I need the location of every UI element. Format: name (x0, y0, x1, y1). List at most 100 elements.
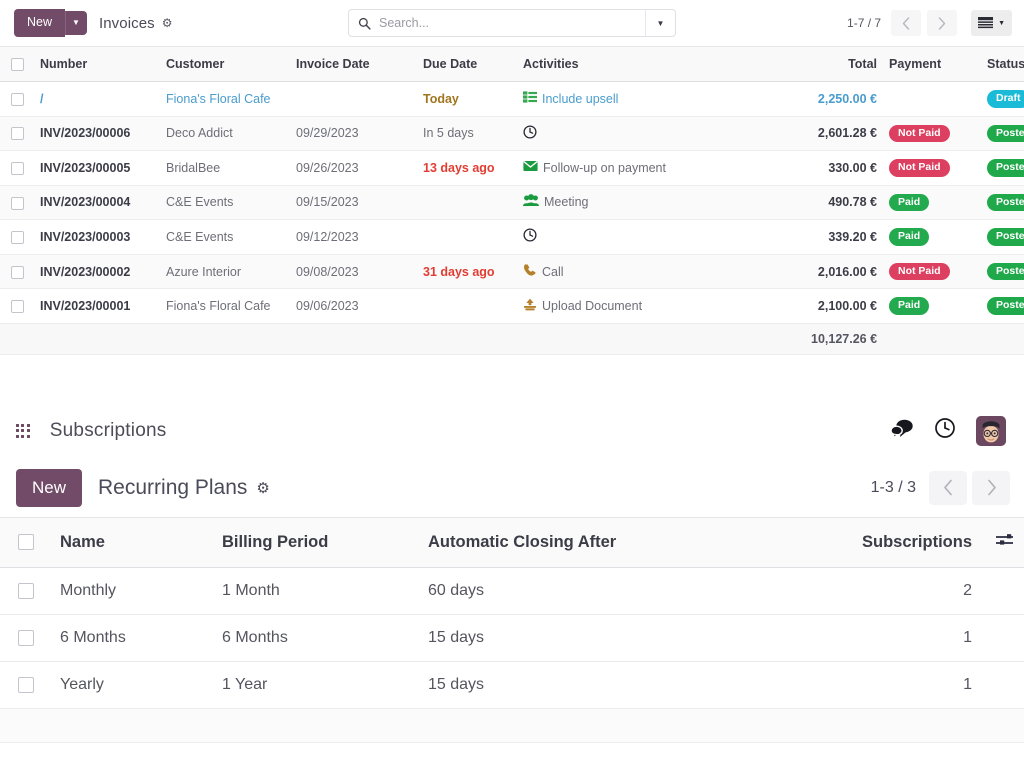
cell-status[interactable]: Posted (981, 288, 1024, 324)
plans-next-page-button[interactable] (972, 470, 1010, 505)
cell-due-date[interactable]: 31 days ago (417, 254, 517, 290)
apps-grid-icon[interactable] (16, 423, 30, 438)
cell-status[interactable]: Posted (981, 116, 1024, 152)
cell-payment[interactable]: Not Paid (883, 116, 981, 152)
cell-plan-name[interactable]: Yearly (52, 661, 214, 709)
cell-number[interactable]: / (34, 81, 160, 117)
view-switcher-button[interactable]: ▼ (971, 10, 1012, 36)
table-row[interactable]: Monthly 1 Month 60 days 2 (0, 567, 1024, 615)
cell-activities[interactable] (517, 219, 805, 255)
app-name-label[interactable]: Subscriptions (50, 420, 167, 442)
cell-subscriptions-count[interactable]: 1 (840, 661, 986, 709)
clock-icon[interactable] (523, 228, 537, 245)
gear-icon[interactable]: ⚙ (256, 479, 269, 497)
column-header-payment[interactable]: Payment (883, 46, 981, 82)
table-row[interactable]: 6 Months 6 Months 15 days 1 (0, 614, 1024, 662)
cell-payment[interactable]: Paid (883, 288, 981, 324)
table-row[interactable]: INV/2023/00004 C&E Events 09/15/2023 Meetin… (0, 185, 1024, 221)
tasks-icon[interactable] (523, 91, 537, 106)
cell-payment[interactable]: Paid (883, 219, 981, 255)
table-row[interactable]: Yearly 1 Year 15 days 1 (0, 661, 1024, 709)
cell-total[interactable]: 330.00 € (805, 150, 883, 186)
cell-due-date[interactable] (417, 185, 517, 221)
cell-number[interactable]: INV/2023/00005 (34, 150, 160, 186)
cell-due-date[interactable] (417, 288, 517, 324)
cell-status[interactable]: Posted (981, 219, 1024, 255)
column-header-billing-period[interactable]: Billing Period (214, 516, 420, 568)
cell-activities[interactable]: Upload Document (517, 288, 805, 324)
cell-payment[interactable]: Not Paid (883, 254, 981, 290)
user-avatar[interactable] (976, 415, 1006, 446)
select-all-checkbox[interactable] (10, 58, 24, 72)
row-checkbox[interactable] (18, 629, 34, 646)
column-header-total[interactable]: Total (805, 46, 883, 82)
row-checkbox[interactable] (10, 300, 24, 314)
new-invoice-dropdown-caret[interactable]: ▼ (65, 10, 87, 36)
cell-billing-period[interactable]: 1 Month (214, 567, 420, 615)
cell-total[interactable]: 2,250.00 € (805, 81, 883, 117)
row-checkbox[interactable] (10, 127, 24, 141)
column-header-status[interactable]: Status (981, 46, 1024, 82)
chat-bubble-icon[interactable] (890, 418, 914, 443)
cell-total[interactable]: 490.78 € (805, 185, 883, 221)
cell-closing-after[interactable]: 15 days (420, 614, 840, 662)
cell-customer[interactable]: Fiona's Floral Cafe (160, 81, 290, 117)
cell-billing-period[interactable]: 1 Year (214, 661, 420, 709)
cell-subscriptions-count[interactable]: 1 (840, 614, 986, 662)
cell-invoice-date[interactable]: 09/12/2023 (290, 219, 417, 255)
cell-due-date[interactable]: 13 days ago (417, 150, 517, 186)
cell-subscriptions-count[interactable]: 2 (840, 567, 986, 615)
gear-icon[interactable]: ⚙ (162, 16, 173, 30)
cell-customer[interactable]: C&E Events (160, 219, 290, 255)
column-header-number[interactable]: Number (34, 46, 160, 82)
row-checkbox[interactable] (10, 196, 24, 210)
column-header-due-date[interactable]: Due Date (417, 46, 517, 82)
search-input[interactable] (379, 10, 645, 36)
row-checkbox[interactable] (10, 92, 24, 106)
cell-invoice-date[interactable]: 09/08/2023 (290, 254, 417, 290)
table-row[interactable]: INV/2023/00005 BridalBee 09/26/2023 13 days… (0, 150, 1024, 186)
row-checkbox[interactable] (10, 231, 24, 245)
cell-status[interactable]: Posted (981, 254, 1024, 290)
invoices-prev-page-button[interactable] (891, 10, 922, 36)
column-header-customer[interactable]: Customer (160, 46, 290, 82)
row-checkbox[interactable] (18, 676, 34, 693)
cell-plan-name[interactable]: 6 Months (52, 614, 214, 662)
cell-total[interactable]: 339.20 € (805, 219, 883, 255)
cell-activities[interactable]: Meeting (517, 185, 805, 221)
row-checkbox[interactable] (18, 582, 34, 599)
select-all-checkbox[interactable] (18, 534, 34, 551)
cell-payment[interactable] (883, 81, 981, 117)
column-header-subscriptions[interactable]: Subscriptions (840, 516, 986, 568)
clock-icon[interactable] (523, 125, 537, 142)
table-row[interactable]: / Fiona's Floral Cafe Today Include upsell 2… (0, 81, 1024, 117)
cell-number[interactable]: INV/2023/00003 (34, 219, 160, 255)
cell-status[interactable]: Posted (981, 150, 1024, 186)
new-plan-button[interactable]: New (16, 469, 83, 507)
cell-closing-after[interactable]: 60 days (420, 567, 840, 615)
row-checkbox[interactable] (10, 265, 24, 279)
search-dropdown-toggle[interactable]: ▼ (645, 10, 675, 36)
table-row[interactable]: INV/2023/00003 C&E Events 09/12/2023 339.20… (0, 219, 1024, 255)
new-invoice-button[interactable]: New (14, 9, 66, 37)
upload-icon[interactable] (523, 298, 537, 314)
cell-customer[interactable]: Fiona's Floral Cafe (160, 288, 290, 324)
cell-due-date[interactable] (417, 219, 517, 255)
cell-number[interactable]: INV/2023/00006 (34, 116, 160, 152)
cell-activities[interactable]: Follow-up on payment (517, 150, 805, 186)
cell-number[interactable]: INV/2023/00002 (34, 254, 160, 290)
cell-customer[interactable]: Azure Interior (160, 254, 290, 290)
users-icon[interactable] (523, 194, 539, 210)
cell-activities[interactable] (517, 116, 805, 152)
phone-icon[interactable] (523, 263, 537, 280)
cell-plan-name[interactable]: Monthly (52, 567, 214, 615)
cell-customer[interactable]: C&E Events (160, 185, 290, 221)
cell-invoice-date[interactable]: 09/29/2023 (290, 116, 417, 152)
cell-total[interactable]: 2,100.00 € (805, 288, 883, 324)
plans-prev-page-button[interactable] (929, 470, 967, 505)
column-header-invoice-date[interactable]: Invoice Date (290, 46, 417, 82)
column-header-name[interactable]: Name (52, 516, 214, 568)
cell-closing-after[interactable]: 15 days (420, 661, 840, 709)
cell-invoice-date[interactable]: 09/06/2023 (290, 288, 417, 324)
column-header-closing-after[interactable]: Automatic Closing After (420, 516, 840, 568)
